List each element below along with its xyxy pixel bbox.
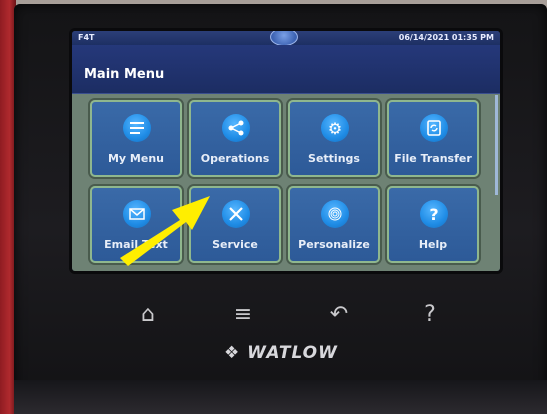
- tile-service[interactable]: Service: [189, 186, 281, 263]
- share-nodes-icon: [222, 114, 250, 142]
- file-sync-icon: [420, 114, 448, 142]
- tools-icon: [222, 200, 250, 228]
- tile-label: Email Text: [104, 238, 168, 251]
- device-model-label: F4T: [78, 33, 95, 42]
- gears-icon: ⚙: [321, 114, 349, 142]
- tile-help[interactable]: ? Help: [387, 186, 479, 263]
- question-icon: ?: [420, 200, 448, 228]
- page-title: Main Menu: [84, 67, 165, 82]
- logo-text: WATLOW: [247, 343, 338, 363]
- envelope-icon: [123, 200, 151, 228]
- tile-operations[interactable]: Operations: [189, 100, 281, 177]
- back-icon[interactable]: ↶: [322, 300, 356, 330]
- tile-label: Help: [418, 238, 448, 251]
- datetime-label: 06/14/2021 01:35 PM: [398, 33, 494, 42]
- tile-label: My Menu: [107, 152, 164, 165]
- menu-icon[interactable]: ≡: [226, 300, 260, 330]
- help-icon[interactable]: ?: [413, 300, 447, 330]
- fingerprint-icon: [321, 200, 349, 228]
- list-icon: [123, 114, 151, 142]
- tile-label: Operations: [200, 152, 270, 165]
- menu-grid: My Menu Operations ⚙ Settings File Trans…: [72, 94, 500, 271]
- tile-label: Settings: [308, 152, 360, 165]
- status-bar: F4T 06/14/2021 01:35 PM: [72, 31, 500, 46]
- scrollbar[interactable]: [495, 95, 498, 195]
- bezel-bottom-edge: [14, 380, 547, 414]
- touchscreen: F4T 06/14/2021 01:35 PM Main Menu My Men…: [72, 31, 500, 271]
- home-icon[interactable]: ⌂: [131, 300, 165, 330]
- tile-settings[interactable]: ⚙ Settings: [288, 100, 380, 177]
- watlow-logo: ❖ WATLOW: [224, 343, 338, 363]
- tile-my-menu[interactable]: My Menu: [90, 100, 182, 177]
- tile-personalize[interactable]: Personalize: [288, 186, 380, 263]
- pull-down-tab[interactable]: [270, 31, 298, 46]
- device-photo: F4T 06/14/2021 01:35 PM Main Menu My Men…: [0, 0, 547, 414]
- tile-label: Personalize: [298, 238, 370, 251]
- tile-file-transfer[interactable]: File Transfer: [387, 100, 479, 177]
- logo-diamond-icon: ❖: [224, 343, 241, 363]
- tile-label: Service: [212, 238, 258, 251]
- title-bar: Main Menu: [72, 45, 500, 94]
- tile-label: File Transfer: [394, 152, 472, 165]
- tile-email-text[interactable]: Email Text: [90, 186, 182, 263]
